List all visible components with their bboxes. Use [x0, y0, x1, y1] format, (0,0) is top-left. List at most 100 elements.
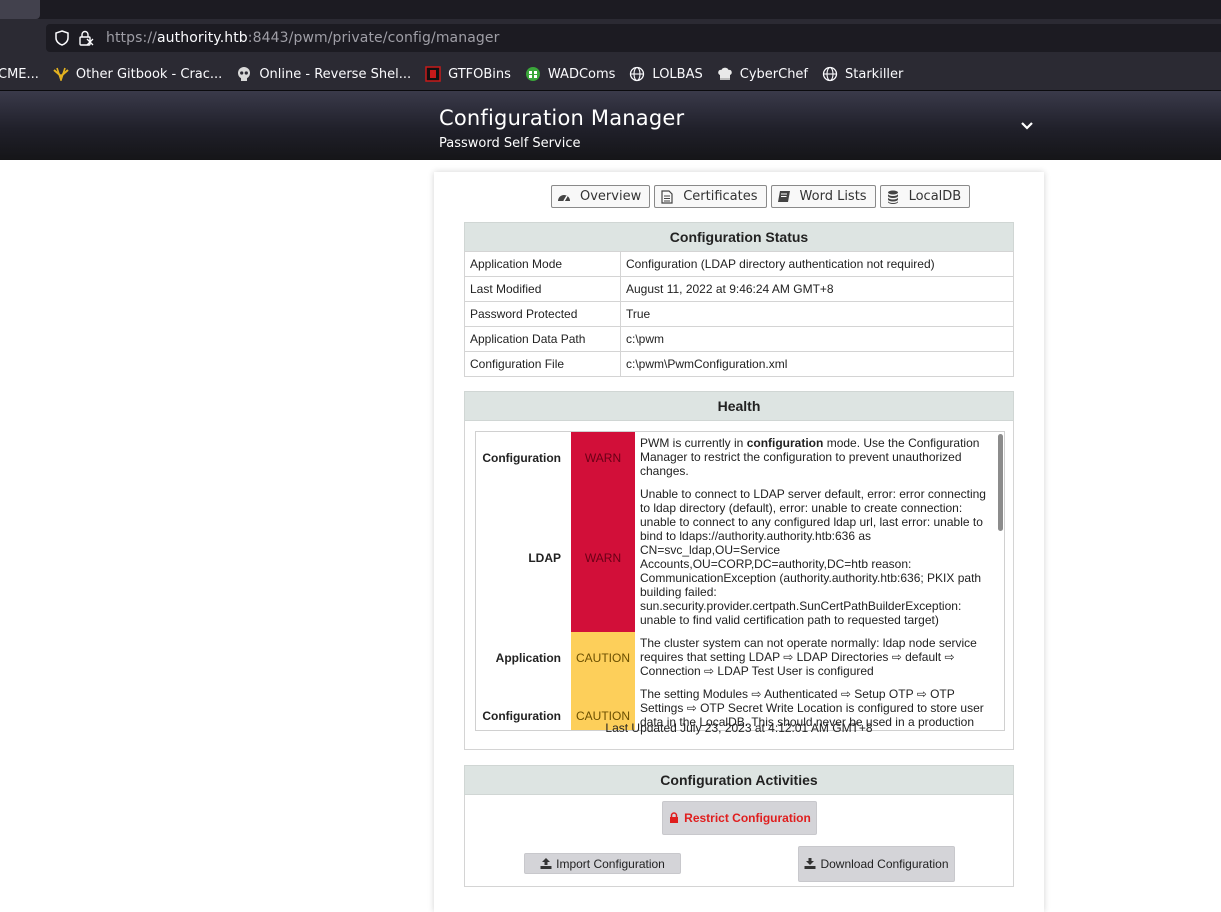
bookmark-gtfobins[interactable]: GTFOBins	[425, 66, 511, 82]
database-icon	[886, 190, 900, 204]
health-message: The cluster system can not operate norma…	[640, 636, 977, 678]
certificates-button[interactable]: Certificates	[654, 185, 767, 208]
download-label: Download Configuration	[820, 857, 949, 871]
health-header: Health	[464, 391, 1014, 421]
gitbook-icon	[53, 66, 69, 82]
status-value: True	[620, 301, 1014, 327]
address-bar[interactable]: https://authority.htb:8443/pwm/private/c…	[46, 24, 1221, 52]
overview-label: Overview	[580, 189, 642, 204]
restrict-label: Restrict Configuration	[684, 811, 811, 825]
bookmark-wadcoms[interactable]: WADComs	[525, 66, 616, 82]
lock-icon	[668, 812, 680, 823]
status-value: c:\pwm	[620, 326, 1014, 352]
health-message: Unable to connect to LDAP server default…	[640, 487, 986, 627]
globe-icon	[629, 66, 645, 82]
file-icon	[660, 189, 674, 204]
globe-icon	[822, 66, 838, 82]
health-topic: LDAP	[528, 550, 561, 565]
health-last-updated: Last Updated July 23, 2023 at 4:12:01 AM…	[605, 721, 873, 735]
config-activities-header: Configuration Activities	[464, 765, 1014, 795]
tab-strip	[0, 0, 1221, 19]
bookmark-other-gitbook[interactable]: Other Gitbook - Crac...	[53, 66, 222, 82]
url-scheme: https://	[106, 30, 157, 46]
book-icon	[777, 190, 791, 204]
health-message: PWM is currently in configuration mode. …	[635, 432, 995, 483]
config-status-table: Application Mode Configuration (LDAP dir…	[464, 251, 1014, 377]
localdb-button[interactable]: LocalDB	[879, 185, 971, 208]
table-row: Password Protected True	[464, 301, 1014, 327]
table-row: Application Mode Configuration (LDAP dir…	[464, 251, 1014, 277]
import-configuration-button[interactable]: Import Configuration	[524, 853, 681, 874]
skull-icon	[236, 66, 252, 82]
health-level-warn: WARN	[571, 432, 635, 483]
health-panel: Configuration WARN PWM is currently in c…	[464, 421, 1014, 750]
download-icon	[804, 858, 816, 869]
word-lists-label: Word Lists	[799, 189, 867, 204]
health-scroll-area[interactable]: Configuration WARN PWM is currently in c…	[475, 431, 1005, 731]
bookmark-label: Other Gitbook - Crac...	[75, 66, 223, 82]
status-value: August 11, 2022 at 9:46:24 AM GMT+8	[620, 276, 1014, 302]
bookmark-label: CyberChef	[739, 66, 809, 82]
bookmark-label: CME...	[0, 66, 39, 82]
status-key: Configuration File	[464, 351, 621, 377]
health-message-bold: configuration	[746, 436, 824, 450]
health-row: Configuration WARN PWM is currently in c…	[476, 432, 995, 483]
lock-warning-icon[interactable]	[78, 30, 94, 46]
health-table: Configuration WARN PWM is currently in c…	[476, 432, 995, 730]
localdb-label: LocalDB	[908, 189, 962, 204]
page-title: Configuration Manager	[439, 106, 685, 130]
bookmark-reverse-shell[interactable]: Online - Reverse Shel...	[236, 66, 411, 82]
chevron-down-icon[interactable]	[1019, 118, 1035, 132]
health-topic: Configuration	[482, 450, 561, 465]
status-key: Application Mode	[464, 251, 621, 277]
gtfobins-icon	[425, 66, 441, 82]
table-row: Application Data Path c:\pwm	[464, 326, 1014, 352]
overview-button[interactable]: Overview	[551, 185, 651, 208]
dashboard-icon	[557, 190, 571, 204]
config-status-header: Configuration Status	[464, 222, 1014, 252]
url-host: authority.htb	[156, 30, 248, 46]
certificates-label: Certificates	[683, 189, 758, 204]
url-text[interactable]: https://authority.htb:8443/pwm/private/c…	[106, 30, 499, 46]
bookmark-label: WADComs	[547, 66, 616, 82]
import-label: Import Configuration	[556, 856, 665, 871]
chef-hat-icon	[717, 66, 733, 82]
health-row: Application CAUTION The cluster system c…	[476, 632, 995, 683]
bookmark-label: LOLBAS	[652, 66, 703, 82]
upload-icon	[540, 858, 552, 869]
status-key: Last Modified	[464, 276, 621, 302]
bookmark-lolbas[interactable]: LOLBAS	[629, 66, 703, 82]
status-key: Password Protected	[464, 301, 621, 327]
page-subtitle: Password Self Service	[439, 136, 581, 151]
table-row: Last Modified August 11, 2022 at 9:46:24…	[464, 276, 1014, 302]
config-activities-panel: Restrict Configuration Import Configurat…	[464, 795, 1014, 887]
bookmark-cyberchef[interactable]: CyberChef	[717, 66, 808, 82]
table-row: Configuration File c:\pwm\PwmConfigurati…	[464, 351, 1014, 377]
config-manager-panel: Overview Certificates Word Lists LocalDB…	[434, 172, 1044, 912]
health-topic: Application	[495, 650, 561, 665]
bookmark-starkiller[interactable]: Starkiller	[822, 66, 903, 82]
health-level-warn: WARN	[571, 483, 635, 632]
health-message-text: PWM is currently in	[640, 436, 747, 450]
status-value: c:\pwm\PwmConfiguration.xml	[620, 351, 1014, 377]
word-lists-button[interactable]: Word Lists	[770, 185, 876, 208]
status-value: Configuration (LDAP directory authentica…	[620, 251, 1014, 277]
bookmark-label: Starkiller	[845, 66, 904, 82]
browser-tab[interactable]	[0, 0, 40, 19]
health-level-caution: CAUTION	[571, 632, 635, 683]
browser-toolbar: https://authority.htb:8443/pwm/private/c…	[0, 0, 1221, 90]
bookmark-cme[interactable]: CME...	[0, 67, 39, 82]
bookmarks-bar: CME... Other Gitbook - Crac... Online - …	[0, 62, 1221, 86]
bookmark-label: GTFOBins	[448, 66, 511, 82]
bookmark-label: Online - Reverse Shel...	[259, 66, 412, 82]
wadcoms-icon	[525, 66, 541, 82]
scrollbar-thumb[interactable]	[998, 434, 1003, 531]
app-header: Configuration Manager Password Self Serv…	[0, 90, 1221, 160]
health-row: LDAP WARN Unable to connect to LDAP serv…	[476, 483, 995, 632]
restrict-configuration-button[interactable]: Restrict Configuration	[662, 801, 817, 835]
download-configuration-button[interactable]: Download Configuration	[798, 846, 955, 882]
url-path: :8443/pwm/private/config/manager	[247, 30, 500, 46]
config-nav: Overview Certificates Word Lists LocalDB	[551, 185, 971, 209]
shield-icon[interactable]	[54, 30, 70, 46]
status-key: Application Data Path	[464, 326, 621, 352]
